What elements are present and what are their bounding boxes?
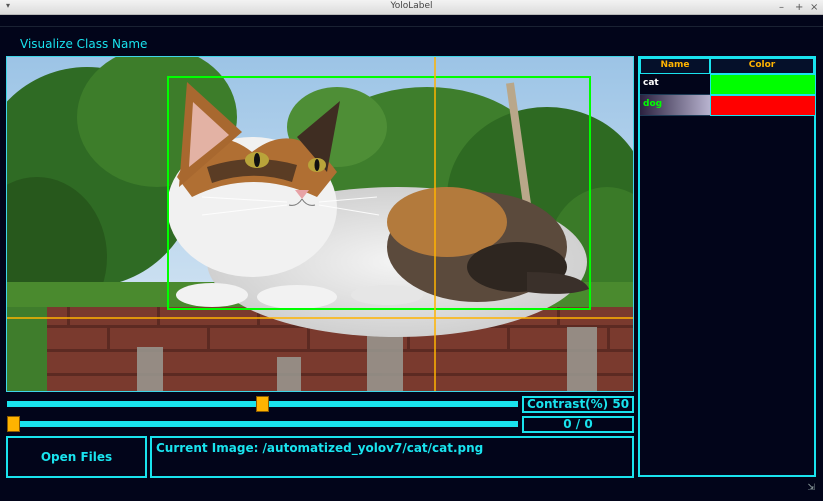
window-title: YoloLabel [390,1,433,11]
open-files-button[interactable]: Open Files [6,436,147,478]
contrast-value-box: Contrast(%) 50 [522,396,634,413]
visualize-class-name-label[interactable]: Visualize Class Name [20,37,147,51]
cat-photo [7,57,633,391]
close-icon[interactable]: × [810,0,818,15]
column-header-color[interactable]: Color [710,58,814,74]
class-row-dog-name[interactable]: dog [640,95,710,116]
image-canvas[interactable] [6,56,634,392]
image-index-slider-track[interactable] [7,421,518,427]
current-image-path: Current Image: /automatized_yolov7/cat/c… [150,436,634,478]
image-index-slider-handle[interactable] [7,416,20,432]
window-titlebar: ▾ YoloLabel – + × [0,0,823,15]
class-row-cat-name[interactable]: cat [640,74,710,95]
maximize-icon[interactable]: + [795,0,803,15]
column-header-name[interactable]: Name [640,58,710,74]
image-index-value-box: 0 / 0 [522,416,634,433]
class-row-cat-color[interactable] [710,74,816,95]
header-divider [0,26,823,27]
minimize-icon[interactable]: – [779,0,784,15]
contrast-slider-handle[interactable] [256,396,269,412]
resize-grip-icon[interactable]: ⇲ [807,483,815,493]
class-row-dog-color[interactable] [710,95,816,116]
class-table[interactable]: Name Color cat dog [638,56,816,477]
